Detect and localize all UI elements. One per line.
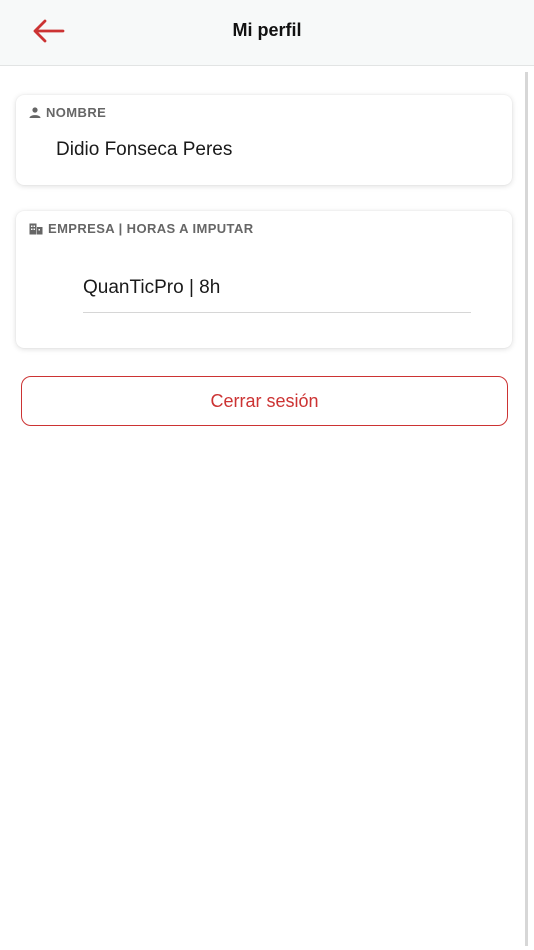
logout-button[interactable]: Cerrar sesión <box>21 376 508 426</box>
name-card: NOMBRE Didio Fonseca Peres <box>16 95 512 185</box>
name-label: NOMBRE <box>29 105 106 120</box>
company-label-text: EMPRESA | HORAS A IMPUTAR <box>48 221 254 236</box>
person-icon <box>29 107 41 118</box>
company-select[interactable]: QuanTicPro | 8h <box>83 269 471 313</box>
company-value: QuanTicPro | 8h <box>83 277 221 298</box>
page-title: Mi perfil <box>232 20 302 40</box>
name-label-text: NOMBRE <box>46 105 107 120</box>
name-value: Didio Fonseca Peres <box>56 139 233 160</box>
company-card: EMPRESA | HORAS A IMPUTAR QuanTicPro | 8… <box>16 211 512 348</box>
building-icon <box>29 223 43 235</box>
company-label: EMPRESA | HORAS A IMPUTAR <box>29 221 254 236</box>
app-header: Mi perfil <box>0 0 534 66</box>
scrollbar[interactable] <box>525 72 528 946</box>
